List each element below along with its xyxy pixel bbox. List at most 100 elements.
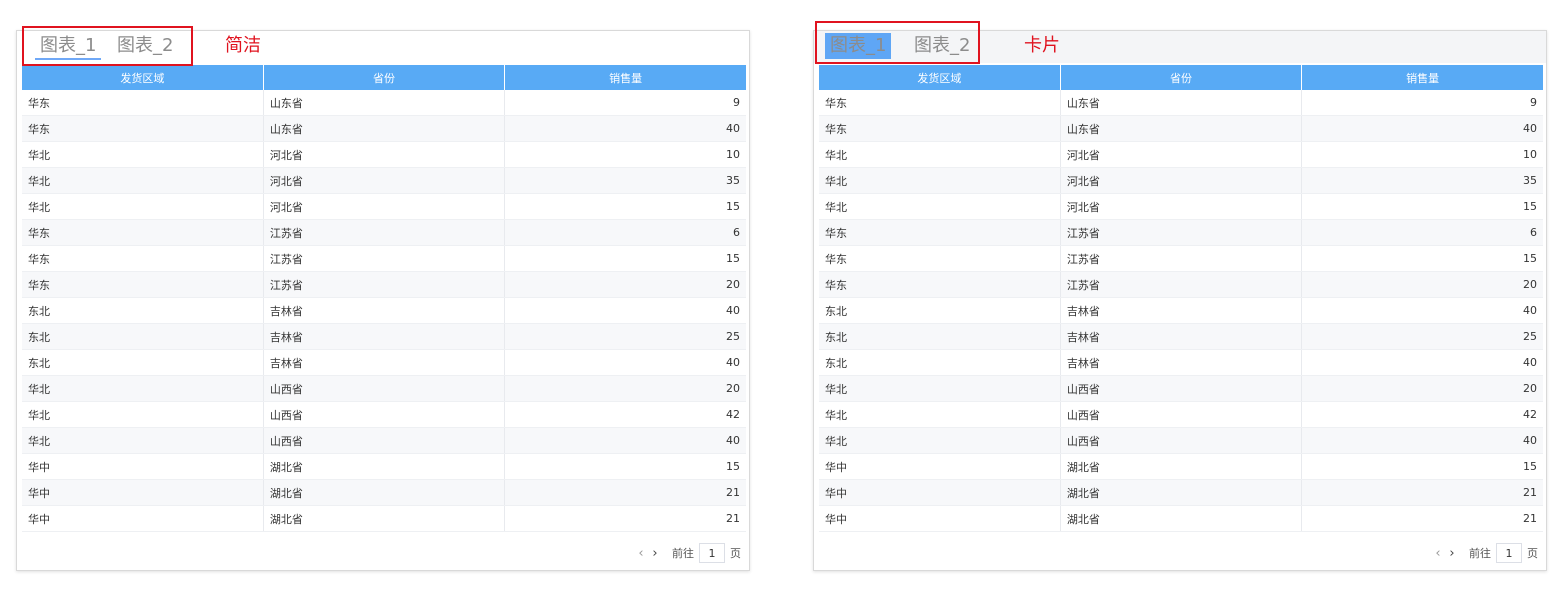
- table-cell: 40: [1301, 297, 1543, 324]
- table-cell: 河北省: [1060, 193, 1303, 220]
- tab-chart-2[interactable]: 图表_2: [112, 31, 178, 61]
- page-number-input[interactable]: [1496, 543, 1522, 563]
- pagination: ‹ › 前往 页: [1431, 542, 1538, 564]
- table-cell: 华东: [819, 219, 1061, 246]
- table-cell: 华东: [819, 90, 1061, 116]
- chevron-left-icon[interactable]: ‹: [1431, 546, 1445, 561]
- table-cell: 35: [1301, 167, 1543, 194]
- chevron-left-icon[interactable]: ‹: [634, 546, 648, 561]
- table-cell: 20: [504, 375, 746, 402]
- table-cell: 42: [504, 401, 746, 428]
- table-row: 华中 湖北省 15: [819, 453, 1543, 480]
- goto-label: 前往: [1469, 547, 1491, 560]
- tab-chart-2[interactable]: 图表_2: [909, 31, 975, 61]
- table-cell: 湖北省: [1060, 453, 1303, 480]
- tab-panel-card: 图表_1 图表_2 发货区域 省份 销售量 华东 山东省 9 华东 山东省 40 华北 河北省 10…: [813, 30, 1547, 571]
- table-cell: 华北: [22, 375, 264, 402]
- table-cell: 9: [1301, 90, 1543, 116]
- table-row: 华北 山西省 40: [819, 427, 1543, 454]
- page-suffix: 页: [730, 547, 741, 560]
- tab-chart-1[interactable]: 图表_1: [825, 33, 892, 59]
- table-cell: 河北省: [263, 141, 506, 168]
- table-cell: 21: [504, 505, 746, 532]
- table-row: 华北 山西省 42: [819, 401, 1543, 428]
- table-row: 华北北京市30: [22, 531, 746, 532]
- tab-bar: 图表_1 图表_2: [814, 31, 1546, 63]
- table-cell: 东北: [819, 297, 1061, 324]
- goto-label: 前往: [672, 547, 694, 560]
- table-cell: 山西省: [263, 427, 506, 454]
- table-cell: 华东: [819, 245, 1061, 272]
- table-cell: 山东省: [1060, 90, 1303, 116]
- table-cell: 35: [504, 167, 746, 194]
- table-row: 华东 山东省 40: [819, 115, 1543, 142]
- table-row: 华北 河北省 15: [22, 193, 746, 220]
- column-header[interactable]: 发货区域: [819, 65, 1061, 90]
- column-header[interactable]: 省份: [263, 65, 506, 90]
- data-table-container[interactable]: 发货区域 省份 销售量 华东 山东省 9 华东 山东省 40 华北 河北省 10 华北 河北省 35 华北河…: [819, 65, 1543, 532]
- table-cell: 湖北省: [263, 505, 506, 532]
- table-cell: 山西省: [263, 375, 506, 402]
- table-cell: 6: [504, 219, 746, 246]
- table-cell: 20: [1301, 375, 1543, 402]
- annotation-label-card: 卡片: [1024, 35, 1060, 56]
- table-cell: 华东: [22, 90, 264, 116]
- table-cell: 华北: [819, 193, 1061, 220]
- table-cell: 山东省: [263, 90, 506, 116]
- data-table-container[interactable]: 发货区域 省份 销售量 华东 山东省 9 华东 山东省 40 华北 河北省 10 华北 河北省 35 华北河…: [22, 65, 746, 532]
- table-row: 华东 江苏省 15: [819, 245, 1543, 272]
- table-row: 华北 河北省 10: [819, 141, 1543, 168]
- table-cell: 华北: [819, 401, 1061, 428]
- table-cell: 江苏省: [263, 219, 506, 246]
- table-cell: 华北: [22, 531, 264, 532]
- table-cell: 15: [504, 245, 746, 272]
- table-cell: 华北: [22, 427, 264, 454]
- table-cell: 华北: [22, 141, 264, 168]
- table-row: 华北 河北省 15: [819, 193, 1543, 220]
- column-header[interactable]: 销售量: [1301, 65, 1543, 90]
- table-cell: 华中: [22, 505, 264, 532]
- chevron-right-icon[interactable]: ›: [648, 546, 662, 561]
- table-cell: 华东: [819, 115, 1061, 142]
- table-row: 东北 吉林省 25: [22, 323, 746, 350]
- table-cell: 15: [1301, 453, 1543, 480]
- table-body: 华东 山东省 9 华东 山东省 40 华北 河北省 10 华北 河北省 35 华北 河北省 15 华东 江苏省 6…: [22, 90, 746, 532]
- table-row: 华北 河北省 10: [22, 141, 746, 168]
- tab-chart-1[interactable]: 图表_1: [35, 31, 102, 60]
- table-cell: 华北: [819, 531, 1061, 532]
- column-header[interactable]: 发货区域: [22, 65, 264, 90]
- table-cell: 40: [504, 115, 746, 142]
- table-row: 华中 湖北省 21: [819, 479, 1543, 506]
- table-cell: 15: [504, 453, 746, 480]
- table-cell: 江苏省: [263, 245, 506, 272]
- table-cell: 江苏省: [1060, 219, 1303, 246]
- table-row: 华北 河北省 35: [22, 167, 746, 194]
- table-cell: 10: [1301, 141, 1543, 168]
- page-number-input[interactable]: [699, 543, 725, 563]
- table-cell: 东北: [22, 349, 264, 376]
- table-cell: 9: [504, 90, 746, 116]
- table-cell: 华北: [819, 141, 1061, 168]
- table-cell: 北京市: [1060, 531, 1303, 532]
- table-cell: 山西省: [263, 401, 506, 428]
- column-header[interactable]: 销售量: [504, 65, 746, 90]
- pagination: ‹ › 前往 页: [634, 542, 741, 564]
- chevron-right-icon[interactable]: ›: [1445, 546, 1459, 561]
- table-cell: 25: [1301, 323, 1543, 350]
- table-cell: 华北: [819, 375, 1061, 402]
- table-cell: 25: [504, 323, 746, 350]
- table-cell: 华北: [22, 167, 264, 194]
- table-row: 华东 江苏省 15: [22, 245, 746, 272]
- table-cell: 15: [1301, 193, 1543, 220]
- table-cell: 华东: [22, 245, 264, 272]
- table-cell: 20: [504, 271, 746, 298]
- table-cell: 40: [1301, 427, 1543, 454]
- table-row: 华东 山东省 9: [819, 90, 1543, 116]
- table-row: 华东 江苏省 6: [819, 219, 1543, 246]
- table-cell: 山东省: [1060, 115, 1303, 142]
- table-cell: 北京市: [263, 531, 506, 532]
- table-cell: 江苏省: [1060, 271, 1303, 298]
- table-row: 东北 吉林省 40: [819, 297, 1543, 324]
- column-header[interactable]: 省份: [1060, 65, 1303, 90]
- table-cell: 华东: [819, 271, 1061, 298]
